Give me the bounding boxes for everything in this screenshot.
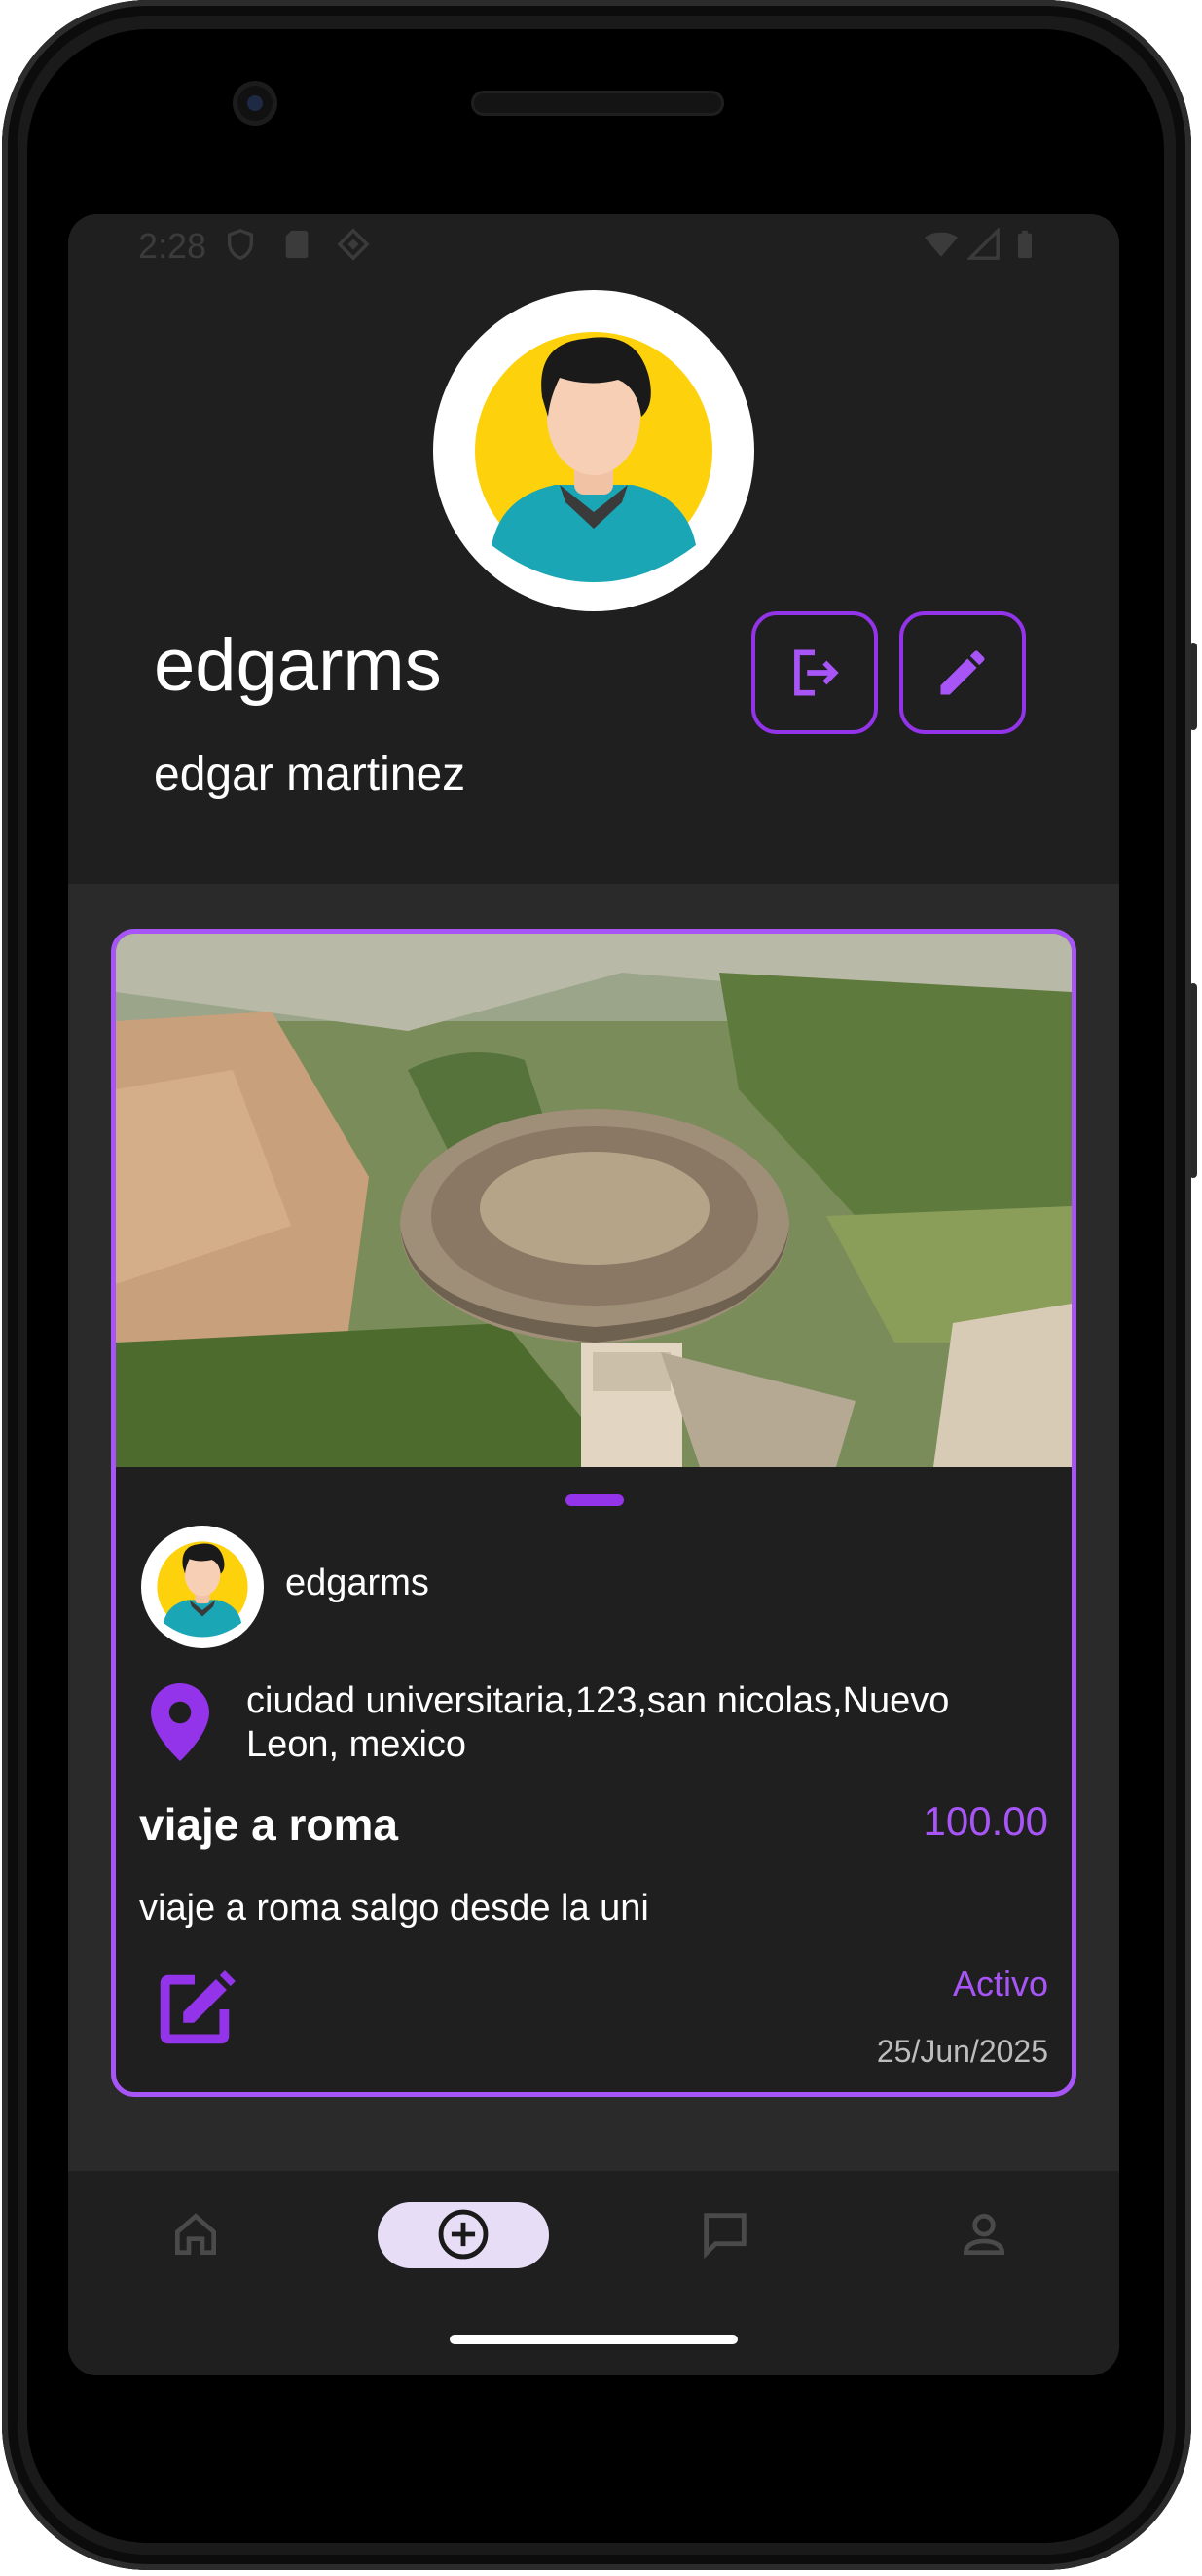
status-time: 2:28 <box>138 226 207 266</box>
trip-status: Activo <box>952 1964 1048 2004</box>
app-screen: 2:28 edgarms edgar martinez edgarms ciud… <box>68 214 1119 2375</box>
profile-avatar[interactable] <box>433 290 754 611</box>
trip-card[interactable]: edgarms ciudad universitaria,123,san nic… <box>111 929 1076 2097</box>
shield-icon <box>227 229 254 260</box>
add-circle-icon <box>438 2209 489 2260</box>
home-icon <box>175 2213 216 2255</box>
front-camera <box>237 86 273 121</box>
trip-image <box>116 934 1072 1467</box>
status-bar: 2:28 <box>68 214 1119 278</box>
earpiece-speaker <box>471 91 724 116</box>
nav-home[interactable] <box>162 2200 230 2268</box>
signal-diamond-icon <box>337 228 370 261</box>
bottom-navigation <box>68 2171 1119 2375</box>
trip-owner-username: edgarms <box>285 1563 429 1603</box>
logout-icon <box>794 649 839 696</box>
pencil-icon <box>940 650 985 695</box>
sd-card-icon <box>285 230 309 259</box>
profile-full-name: edgar martinez <box>154 749 466 800</box>
profile-username: edgarms <box>154 624 442 707</box>
nav-add-trip[interactable] <box>424 2200 502 2268</box>
edit-trip-icon[interactable] <box>149 1964 240 2055</box>
trip-owner-avatar[interactable] <box>141 1526 264 1648</box>
phone-device: 2:28 edgarms edgar martinez edgarms ciud… <box>0 0 1202 2576</box>
nav-messages[interactable] <box>691 2200 759 2268</box>
profile-header: 2:28 edgarms edgar martinez <box>68 214 1119 884</box>
trip-price: 100.00 <box>923 1798 1048 1844</box>
location-pin-icon <box>151 1683 209 1761</box>
trips-list: edgarms ciudad universitaria,123,san nic… <box>68 884 1119 2171</box>
person-icon <box>963 2214 1005 2255</box>
trip-title: viaje a roma <box>139 1799 398 1850</box>
trip-address: ciudad universitaria,123,san nicolas,Nue… <box>246 1680 950 1765</box>
logout-button[interactable] <box>751 611 878 734</box>
chat-icon <box>704 2213 747 2260</box>
image-carousel-indicator <box>565 1494 624 1506</box>
edit-profile-button[interactable] <box>899 611 1026 734</box>
wifi-icon <box>925 232 958 257</box>
nav-profile[interactable] <box>950 2200 1018 2268</box>
trip-date: 25/Jun/2025 <box>876 2034 1048 2069</box>
cell-signal-icon <box>967 228 1000 260</box>
trip-description: viaje a roma salgo desde la uni <box>139 1888 649 1929</box>
battery-icon <box>1017 230 1033 259</box>
gesture-home-bar[interactable] <box>450 2335 738 2344</box>
